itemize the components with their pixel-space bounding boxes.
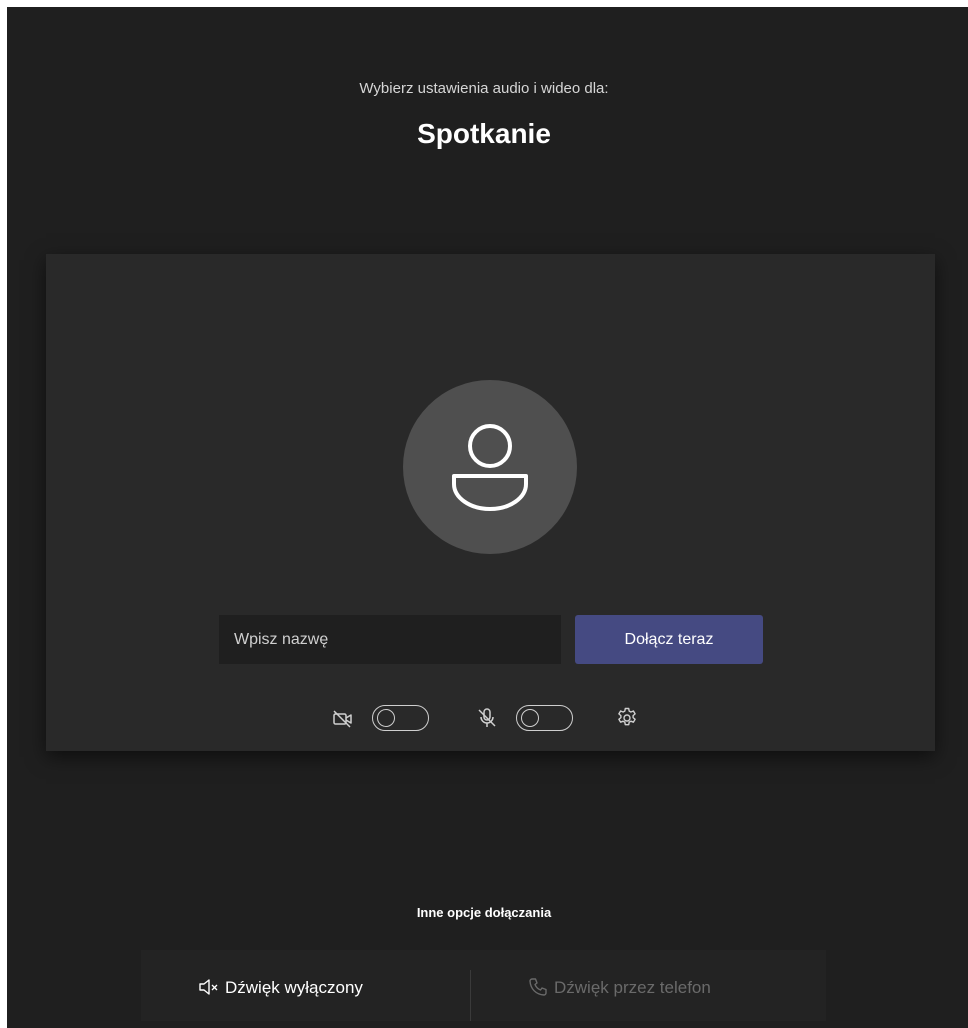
- other-join-options-label: Inne opcje dołączania: [416, 905, 552, 920]
- speaker-muted-icon: [199, 979, 218, 995]
- phone-audio-label: Dźwięk przez telefon: [554, 978, 711, 997]
- join-options-bar: Dźwięk wyłączony Dźwięk przez telefon: [141, 950, 826, 1021]
- person-icon: [452, 424, 528, 511]
- mic-toggle-knob: [521, 709, 539, 727]
- camera-toggle-knob: [377, 709, 395, 727]
- meeting-prejoin-screen: Wybierz ustawienia audio i wideo dla: Sp…: [7, 7, 968, 1028]
- camera-off-icon: [333, 710, 352, 728]
- phone-icon: [529, 978, 547, 996]
- meeting-title: Spotkanie: [417, 118, 551, 149]
- avatar: [403, 380, 577, 554]
- name-input[interactable]: [219, 615, 561, 664]
- gear-icon[interactable]: [615, 706, 639, 730]
- mic-toggle[interactable]: [516, 705, 573, 731]
- options-divider: [470, 970, 471, 1021]
- join-now-button[interactable]: Dołącz teraz: [575, 615, 763, 664]
- audio-off-label: Dźwięk wyłączony: [225, 978, 363, 997]
- prejoin-panel: Dołącz teraz: [46, 254, 935, 751]
- camera-toggle[interactable]: [372, 705, 429, 731]
- mic-off-icon: [478, 708, 496, 727]
- prejoin-subtitle: Wybierz ustawienia audio i wideo dla:: [359, 80, 609, 97]
